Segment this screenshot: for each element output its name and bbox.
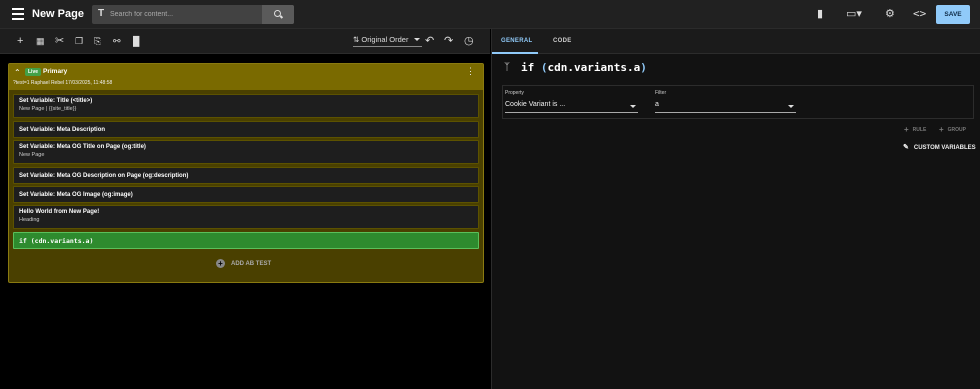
cut-icon[interactable]: ✂ xyxy=(55,35,64,47)
add-component-icon[interactable]: ▦ xyxy=(36,35,45,47)
chevron-down-icon xyxy=(414,38,421,41)
panel-tabs: GENERAL CODE xyxy=(492,29,980,54)
active-tab-indicator xyxy=(492,52,538,54)
condition-code: if (cdn.variants.a) xyxy=(521,61,647,74)
tab-general[interactable]: GENERAL xyxy=(501,38,532,44)
add-rule-button[interactable]: + RULE xyxy=(904,125,926,134)
pencil-icon: ✎ xyxy=(903,144,909,151)
list-item[interactable]: Set Variable: Meta Description xyxy=(13,121,479,138)
filter-label: Filter xyxy=(655,90,667,96)
search-button[interactable] xyxy=(262,5,294,24)
redo-icon[interactable]: ↷ xyxy=(444,35,453,47)
more-vert-icon[interactable]: ⋮ xyxy=(466,67,475,76)
branch-icon: ᛉ xyxy=(504,62,510,73)
variant-primary[interactable]: ⌃ Live Primary ?test=1 Raphael Rebel 17/… xyxy=(8,63,484,283)
custom-variables-button[interactable]: ✎ CUSTOM VARIABLES xyxy=(903,143,976,151)
settings-gear-icon[interactable]: ⚙ xyxy=(885,7,895,20)
copy-icon[interactable]: ❐ xyxy=(75,35,83,47)
page-structure-panel: + ▦ ✂ ❐ ⎘ ⚯ █ ⇅ Original Order ↶ ↷ ◷ ⌃ L… xyxy=(0,29,490,389)
code-view-icon[interactable]: <> xyxy=(913,7,926,20)
share-icon[interactable]: ⚯ xyxy=(113,35,121,47)
add-icon[interactable]: + xyxy=(17,35,23,47)
chevron-up-icon[interactable]: ⌃ xyxy=(14,68,21,77)
tab-code[interactable]: CODE xyxy=(553,38,572,44)
search-input[interactable] xyxy=(110,7,250,22)
add-ab-test-button[interactable]: + ADD AB TEST xyxy=(216,259,271,268)
add-circle-icon: + xyxy=(216,259,225,268)
list-item[interactable]: Set Variable: Meta OG Description on Pag… xyxy=(13,167,479,184)
delete-icon[interactable]: █ xyxy=(133,35,139,47)
plus-icon: + xyxy=(904,125,909,134)
search-bar[interactable]: T xyxy=(92,5,294,24)
variant-header[interactable]: ⌃ Live Primary ?test=1 Raphael Rebel 17/… xyxy=(9,64,483,90)
filter-select[interactable]: a xyxy=(655,100,796,113)
property-select[interactable]: Cookie Variant is ... xyxy=(505,100,638,113)
variant-meta: ?test=1 Raphael Rebel 17/03/2025, 11:48:… xyxy=(13,80,113,86)
plus-icon: + xyxy=(939,125,944,134)
properties-panel: GENERAL CODE ᛉ if (cdn.variants.a) Prope… xyxy=(491,29,980,389)
filter-rule-box: Property Cookie Variant is ... Filter a xyxy=(502,85,974,119)
chevron-down-icon xyxy=(630,105,636,108)
top-app-bar: New Page T ▮ ▭▾ ⚙ <> SAVE xyxy=(0,0,980,29)
variant-label: Primary xyxy=(43,68,68,75)
chevron-down-icon xyxy=(788,105,794,108)
if-condition-item[interactable]: if (cdn.variants.a) xyxy=(13,232,479,249)
page-title: New Page xyxy=(32,8,84,20)
device-preview-icon[interactable]: ▭▾ xyxy=(846,7,862,20)
live-badge: Live xyxy=(25,68,42,76)
add-group-button[interactable]: + GROUP xyxy=(939,125,966,134)
structure-toolbar: + ▦ ✂ ❐ ⎘ ⚯ █ ⇅ Original Order ↶ ↷ ◷ xyxy=(0,29,490,54)
search-icon xyxy=(274,10,281,17)
undo-icon[interactable]: ↶ xyxy=(425,35,434,47)
order-select[interactable]: ⇅ Original Order xyxy=(353,35,423,47)
feedback-icon[interactable]: ▮ xyxy=(817,7,823,20)
order-label: Original Order xyxy=(361,35,409,44)
list-item[interactable]: Hello World from New Page! Heading xyxy=(13,205,479,229)
menu-icon[interactable] xyxy=(12,8,24,20)
list-item[interactable]: Set Variable: Meta OG Title on Page (og:… xyxy=(13,140,479,164)
paste-icon[interactable]: ⎘ xyxy=(94,35,101,47)
history-icon[interactable]: ◷ xyxy=(464,35,474,47)
save-button[interactable]: SAVE xyxy=(936,5,970,24)
property-label: Property xyxy=(505,90,524,96)
list-item[interactable]: Set Variable: Title (<title>) New Page |… xyxy=(13,94,479,118)
list-item[interactable]: Set Variable: Meta OG Image (og:image) xyxy=(13,186,479,203)
text-type-icon: T xyxy=(98,8,105,19)
